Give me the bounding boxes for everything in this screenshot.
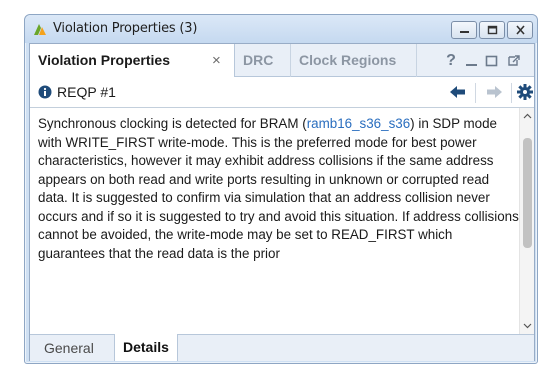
toolbar-separator xyxy=(475,83,476,103)
scroll-down-icon[interactable] xyxy=(523,321,532,330)
properties-panel: Violation Properties × DRC Clock Regions… xyxy=(29,43,535,361)
tab-clock-regions[interactable]: Clock Regions xyxy=(291,44,417,77)
tab-general[interactable]: General xyxy=(36,335,102,361)
violation-properties-window: Violation Properties (3) Violation Prope… xyxy=(24,14,538,364)
tab-drc[interactable]: DRC xyxy=(235,44,291,77)
description-text: Synchronous clocking is detected for BRA… xyxy=(38,116,307,131)
maximize-button[interactable] xyxy=(479,21,505,39)
violation-header: REQP #1 xyxy=(30,77,534,107)
violation-description: Synchronous clocking is detected for BRA… xyxy=(38,115,520,263)
tab-label: DRC xyxy=(243,52,274,68)
details-content: Synchronous clocking is detected for BRA… xyxy=(30,107,534,334)
info-icon xyxy=(38,85,52,99)
description-text: ) in SDP mode with WRITE_FIRST write-mod… xyxy=(38,116,519,261)
minimize-icon xyxy=(460,31,469,33)
tab-violation-properties[interactable]: Violation Properties × xyxy=(30,44,235,78)
violation-title: REQP #1 xyxy=(57,84,116,100)
minimize-button[interactable] xyxy=(451,21,477,39)
help-icon[interactable]: ? xyxy=(440,44,462,77)
title-bar[interactable]: Violation Properties (3) xyxy=(25,15,537,43)
toolbar-separator xyxy=(511,83,512,103)
settings-gear-icon[interactable] xyxy=(516,83,534,101)
scroll-up-icon[interactable] xyxy=(523,112,532,121)
maximize-icon xyxy=(487,25,498,35)
float-panel-icon[interactable] xyxy=(506,54,522,68)
tab-label: Violation Properties xyxy=(38,52,170,68)
back-arrow-icon[interactable] xyxy=(448,83,468,101)
bottom-tab-bar: General Details xyxy=(30,334,534,361)
close-icon xyxy=(516,25,525,35)
tab-label: Clock Regions xyxy=(299,52,397,68)
tab-bar: Violation Properties × DRC Clock Regions… xyxy=(30,44,534,78)
cell-link[interactable]: ramb16_s36_s36 xyxy=(307,116,410,131)
vivado-logo-icon xyxy=(34,24,46,35)
window-title: Violation Properties (3) xyxy=(53,21,198,36)
minimize-panel-icon[interactable] xyxy=(464,54,480,68)
restore-panel-icon[interactable] xyxy=(484,54,500,68)
forward-arrow-icon[interactable] xyxy=(484,83,504,101)
vertical-scrollbar[interactable] xyxy=(519,108,534,334)
tab-close-icon[interactable]: × xyxy=(212,44,221,77)
scrollbar-thumb[interactable] xyxy=(523,138,532,248)
close-button[interactable] xyxy=(507,21,533,39)
tab-details[interactable]: Details xyxy=(114,334,178,361)
